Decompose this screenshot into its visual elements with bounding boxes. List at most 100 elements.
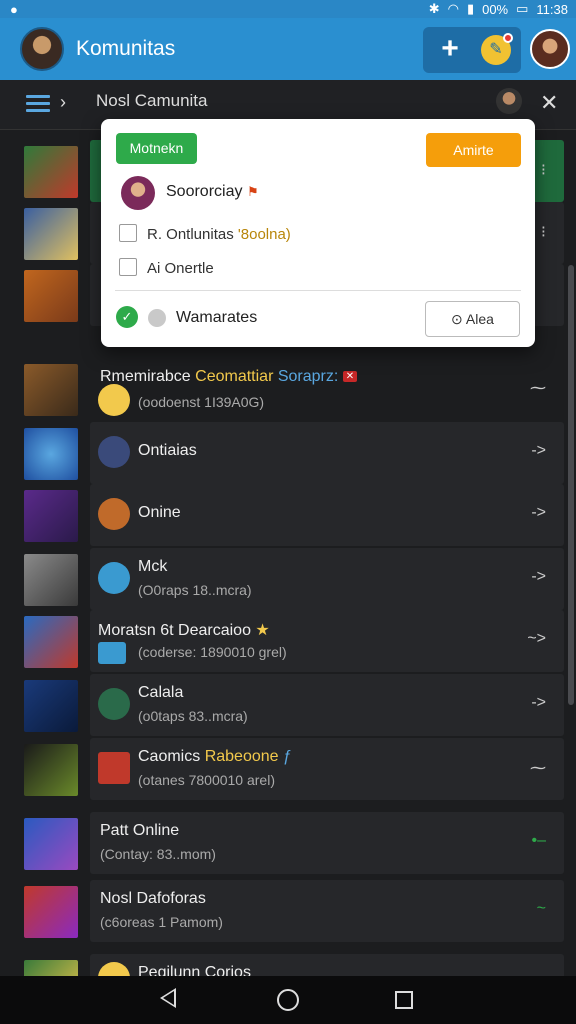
list-card[interactable]: Caomics Rabeoone ƒ (otanes 7800010 arel)… [90,738,564,800]
list-item[interactable]: Mck (O0raps 18..mcra) -> [0,548,568,610]
clock: 11:38 [536,1,568,17]
flag-icon: ⚑ [246,184,259,199]
arrow-icon[interactable]: -> [531,694,546,712]
secondary-button[interactable]: ⊙ Alea [425,301,520,337]
recent-square-icon[interactable] [395,991,413,1009]
home-circle-icon[interactable] [277,989,299,1011]
arrow-icon[interactable]: -> [531,442,546,460]
item-name: Caomics Rabeoone ƒ [138,748,292,765]
battery-text: 00% [482,1,509,17]
action-button[interactable]: Amirte [426,133,521,167]
item-name: Calala [138,684,184,701]
status-indicator: •– [531,832,547,849]
popup-user-name: Soororciay ⚑ [166,183,259,200]
item-subtitle: (otanes 7800010 arel) [138,772,275,788]
more-icon[interactable]: ⁝ [541,222,546,242]
item-subtitle: (O0raps 18..mcra) [138,582,252,598]
sub-avatar[interactable] [496,88,522,114]
list-card[interactable]: Calala (o0taps 83..mcra) -> [90,674,564,736]
mini-avatar [98,962,130,976]
arrow-icon[interactable]: -> [531,504,546,522]
list-item[interactable]: Rmemirabce Ceomattiar Soraprz: ✕ (oodoen… [0,358,568,420]
check-circle-icon: ✓ [116,306,138,328]
bluetooth-icon: ✱ [428,1,440,16]
list-item[interactable]: Moratsn 6t Dearcaioo ★ (coderse: 1890010… [0,610,568,672]
mini-avatar [98,752,130,784]
item-name: Moratsn 6t Dearcaioo ★ [98,622,270,639]
mini-avatar [98,384,130,416]
item-name: Mck [138,558,168,575]
popup-user-avatar [121,176,155,210]
app-bar: Komunitas + ✎ [0,18,576,80]
divider [115,290,521,291]
list-item[interactable]: Ontiaias -> [0,422,568,484]
arrow-icon[interactable]: ~> [527,630,546,648]
list-card[interactable]: Mck (O0raps 18..mcra) -> [90,548,564,610]
game-thumbnail [24,680,78,732]
back-triangle-icon[interactable] [160,988,176,1008]
chevron-right-icon[interactable]: › [60,92,66,113]
checkbox-option[interactable]: Ai Onertle [119,258,214,277]
item-subtitle: (o0taps 83..mcra) [138,708,248,724]
mini-avatar [98,642,126,664]
item-name: Rmemirabce Ceomattiar Soraprz: ✕ [100,368,358,386]
game-thumbnail [24,146,78,198]
checkbox[interactable] [119,224,137,242]
hamburger-menu-icon[interactable] [26,95,50,113]
game-thumbnail [24,886,78,938]
game-thumbnail [24,818,78,870]
list-card[interactable]: Pegilunn Corios [90,954,564,976]
list-item[interactable]: Calala (o0taps 83..mcra) -> [0,674,568,736]
item-subtitle: (oodoenst 1I39A0G) [138,394,265,410]
item-subtitle: (c6oreas 1 Pamom) [100,914,223,930]
status-bar: ● ✱ ◠ ▮ 00% ▭ 11:38 [0,0,576,18]
list-card[interactable]: Nosl Dafoforas (c6oreas 1 Pamom) ~ [90,880,564,942]
status-dot-icon [148,309,166,327]
list-card[interactable]: Patt Online (Contay: 83..mom) •– [90,812,564,874]
arrow-icon[interactable]: ⁓ [530,758,546,778]
checkbox[interactable] [119,258,137,276]
community-avatar[interactable] [20,27,64,71]
scrollbar[interactable] [568,265,574,705]
more-icon[interactable]: ⁝ [541,160,546,180]
list-item[interactable]: Onine -> [0,484,568,546]
list-card[interactable]: Moratsn 6t Dearcaioo ★ (coderse: 1890010… [90,610,564,672]
notification-icon: ● [10,2,18,17]
item-name: Nosl Dafoforas [100,890,206,907]
list-card[interactable]: Onine -> [90,484,564,546]
notification-dot [503,33,513,43]
add-button[interactable]: + [433,33,467,67]
mini-avatar [98,688,130,720]
badge: ✕ [342,371,358,382]
close-icon[interactable]: ✕ [540,90,558,116]
item-subtitle: (Contay: 83..mom) [100,846,216,862]
checkbox-option[interactable]: R. Ontlunitas '8oolna) [119,224,291,243]
item-name: Ontiaias [138,442,197,459]
user-avatar[interactable] [530,29,570,69]
item-name: Onine [138,504,181,521]
item-name: Pegilunn Corios [138,964,251,976]
game-thumbnail [24,744,78,796]
list-item[interactable]: Patt Online (Contay: 83..mom) •– [0,812,568,874]
system-nav-bar [0,976,576,1024]
list-card[interactable]: Ontiaias -> [90,422,564,484]
list-item[interactable]: Caomics Rabeoone ƒ (otanes 7800010 arel)… [0,738,568,800]
game-thumbnail [24,490,78,542]
game-thumbnail [24,428,78,480]
list-item[interactable]: Nosl Dafoforas (c6oreas 1 Pamom) ~ [0,880,568,942]
battery-icon: ▭ [516,1,529,16]
list-item[interactable]: Pegilunn Corios [0,954,568,976]
sub-title: Nosl Camunita [96,91,208,110]
mini-avatar [98,436,130,468]
arrow-icon[interactable]: -> [531,568,546,586]
app-actions: + ✎ [423,27,521,73]
game-thumbnail [24,270,78,322]
status-right: ✱ ◠ ▮ 00% ▭ 11:38 [429,1,568,17]
primary-button[interactable]: Motnekn [116,133,197,164]
list-card[interactable]: Rmemirabce Ceomattiar Soraprz: ✕ (oodoen… [90,358,564,420]
app-title: Komunitas [76,37,176,60]
game-thumbnail [24,960,78,976]
popup-panel: Motnekn Amirte Soororciay ⚑ R. Ontlunita… [101,119,535,347]
game-thumbnail [24,616,78,668]
arrow-icon[interactable]: ⁓ [530,378,546,398]
